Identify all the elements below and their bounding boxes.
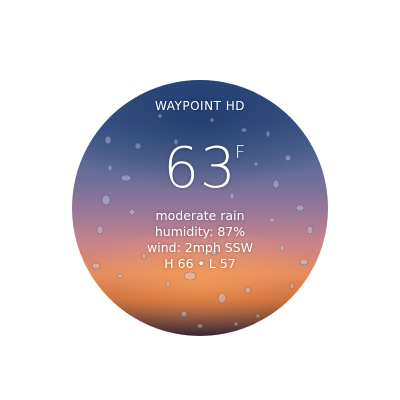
- weather-details: moderate rain humidity: 87% wind: 2mph S…: [72, 208, 328, 272]
- brand-label: WAYPOINT HD: [155, 99, 245, 113]
- high-low-text: H 66 • L 57: [164, 256, 236, 271]
- temperature-unit: F: [235, 142, 246, 163]
- humidity-text: humidity: 87%: [154, 224, 246, 239]
- wind-text: wind: 2mph SSW: [147, 240, 253, 255]
- temperature-display: 63 F: [72, 134, 328, 204]
- screen: WAYPOINT HD 63 F moderate rain humidity:…: [0, 0, 400, 400]
- watch-face[interactable]: WAYPOINT HD 63 F moderate rain humidity:…: [72, 80, 328, 336]
- temperature-value: 63: [163, 136, 237, 201]
- weather-readout: WAYPOINT HD 63 F moderate rain humidity:…: [72, 80, 328, 336]
- condition-text: moderate rain: [155, 208, 245, 223]
